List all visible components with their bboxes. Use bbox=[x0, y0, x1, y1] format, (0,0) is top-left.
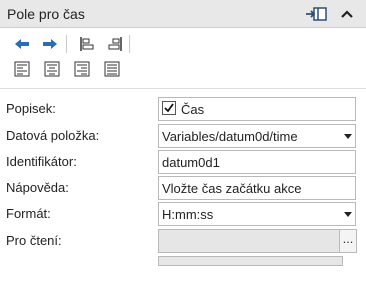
help-row: Nápověda: Vložte čas začátku akce bbox=[0, 176, 366, 202]
readonly-label: Pro čtení: bbox=[6, 233, 62, 248]
panel-title: Pole pro čas bbox=[7, 6, 85, 22]
toolbar-separator bbox=[66, 35, 67, 53]
align-top-left-button[interactable] bbox=[77, 34, 97, 54]
identifier-label: Identifikátor: bbox=[6, 154, 77, 169]
align-left-text-icon bbox=[14, 61, 30, 77]
align-right-text-icon bbox=[74, 61, 90, 77]
help-value: Vložte čas začátku akce bbox=[162, 181, 302, 196]
format-value: H:mm:ss bbox=[162, 207, 214, 222]
collapse-panel-button[interactable] bbox=[336, 4, 358, 24]
align-top-right-button[interactable] bbox=[105, 34, 125, 54]
readonly-input[interactable] bbox=[158, 229, 343, 253]
caption-checkbox[interactable] bbox=[162, 101, 176, 115]
justify-text-icon bbox=[104, 61, 120, 77]
data-item-label: Datová položka: bbox=[6, 128, 100, 143]
justify-text-button[interactable] bbox=[102, 59, 122, 79]
panel-header: Pole pro čas bbox=[0, 0, 366, 28]
chevron-up-icon bbox=[341, 10, 353, 18]
format-label: Formát: bbox=[6, 206, 51, 221]
section-divider bbox=[0, 88, 366, 89]
identifier-row: Identifikátor: datum0d1 bbox=[0, 150, 366, 176]
align-text-left-button[interactable] bbox=[12, 59, 32, 79]
arrow-right-icon bbox=[43, 39, 57, 49]
data-item-select[interactable]: Variables/datum0d/time bbox=[158, 124, 356, 148]
format-select[interactable]: H:mm:ss bbox=[158, 202, 356, 226]
format-row: Formát: H:mm:ss bbox=[0, 202, 366, 228]
arrow-left-icon bbox=[15, 39, 29, 49]
identifier-value: datum0d1 bbox=[162, 155, 220, 170]
move-right-button[interactable] bbox=[40, 34, 60, 54]
help-input[interactable]: Vložte čas začátku akce bbox=[158, 176, 356, 200]
identifier-input[interactable]: datum0d1 bbox=[158, 150, 356, 174]
align-top-right-icon bbox=[108, 37, 122, 51]
help-label: Nápověda: bbox=[6, 180, 69, 195]
dock-panel-button[interactable] bbox=[305, 4, 327, 24]
next-row bbox=[0, 256, 366, 282]
dock-icon bbox=[306, 7, 327, 21]
formatting-toolbar bbox=[0, 29, 366, 85]
move-left-button[interactable] bbox=[12, 34, 32, 54]
readonly-browse-button[interactable]: ... bbox=[339, 229, 357, 253]
next-row-input[interactable] bbox=[158, 256, 343, 266]
align-text-center-button[interactable] bbox=[42, 59, 62, 79]
data-item-row: Datová položka: Variables/datum0d/time bbox=[0, 124, 366, 150]
toolbar-separator bbox=[129, 35, 130, 53]
caption-label: Popisek: bbox=[6, 101, 56, 116]
readonly-row: Pro čtení: ... bbox=[0, 229, 366, 255]
data-item-value: Variables/datum0d/time bbox=[162, 129, 298, 144]
dropdown-arrow-icon bbox=[344, 134, 352, 139]
caption-row: Popisek: Čas bbox=[0, 97, 366, 123]
caption-field[interactable]: Čas bbox=[158, 97, 356, 121]
caption-value: Čas bbox=[181, 102, 205, 117]
align-center-text-icon bbox=[44, 61, 60, 77]
align-top-left-icon bbox=[80, 37, 94, 51]
dropdown-arrow-icon bbox=[344, 212, 352, 217]
align-text-right-button[interactable] bbox=[72, 59, 92, 79]
checkmark-icon bbox=[164, 103, 174, 113]
